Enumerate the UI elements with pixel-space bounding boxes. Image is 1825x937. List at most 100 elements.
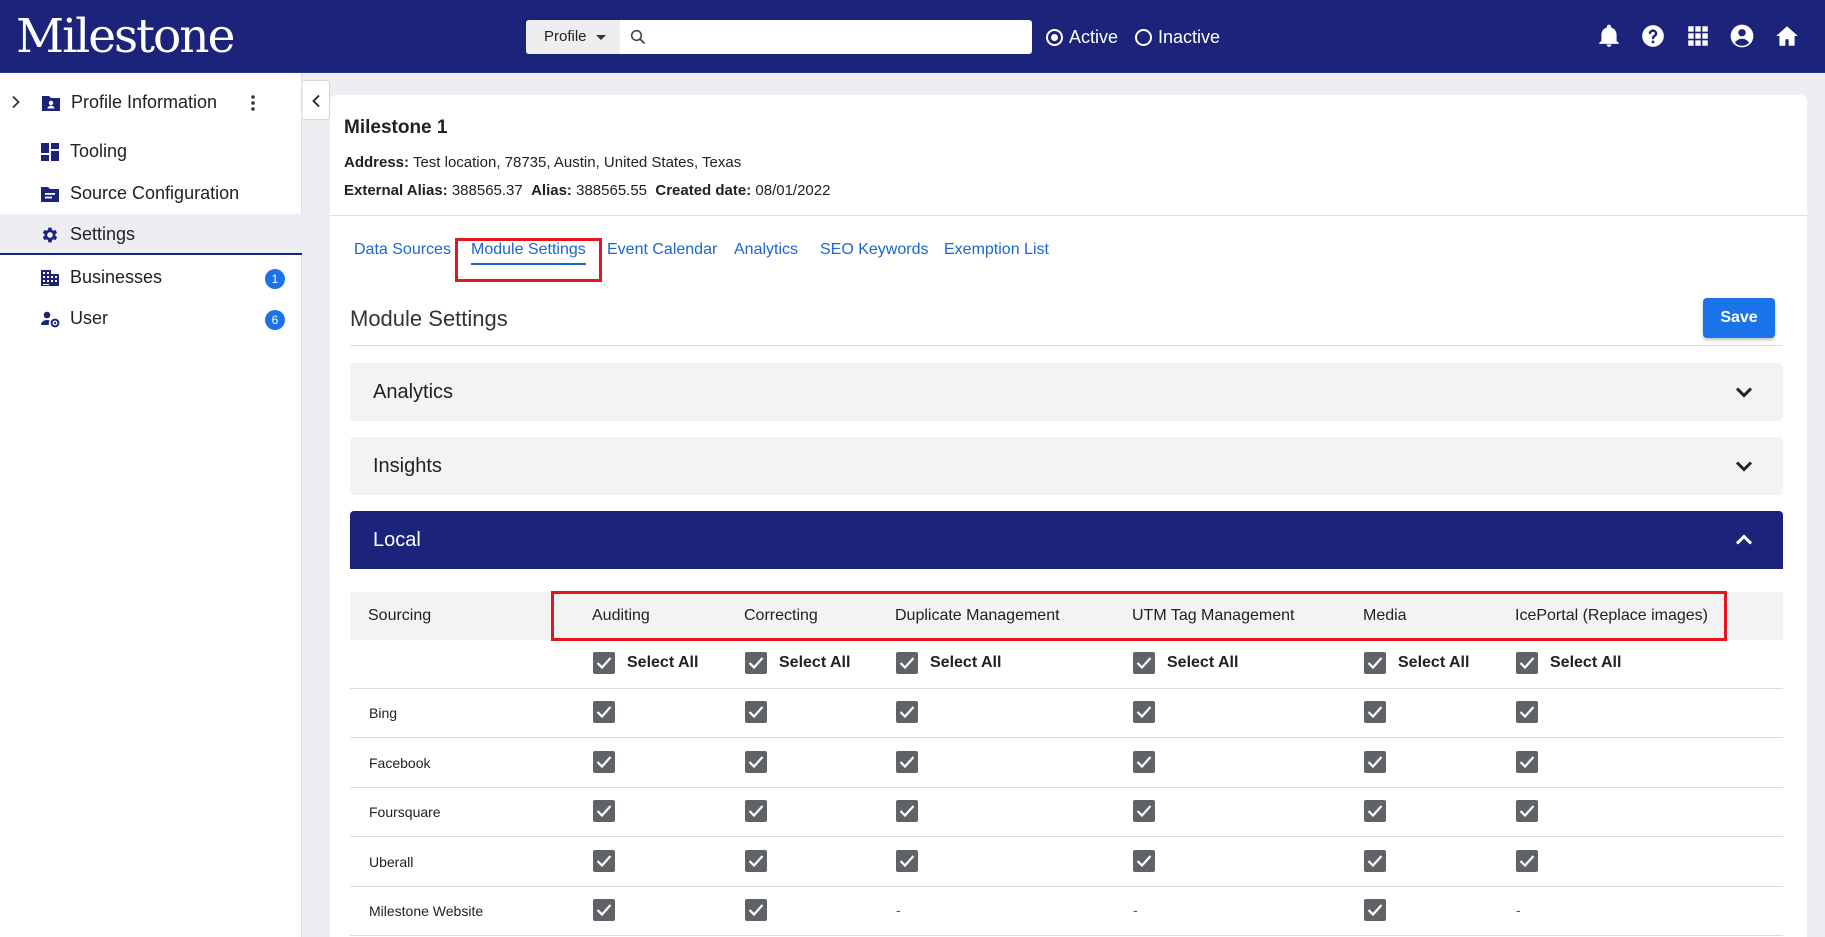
sidebar-collapse-button[interactable] xyxy=(303,80,330,120)
module-checkbox[interactable] xyxy=(745,800,767,822)
sidebar-item-businesses[interactable]: Businesses 1 xyxy=(0,257,302,298)
chevron-right-icon[interactable] xyxy=(10,95,22,109)
accordion-insights[interactable]: Insights xyxy=(350,437,1783,495)
tab-analytics[interactable]: Analytics xyxy=(734,241,798,259)
bell-icon[interactable] xyxy=(1596,23,1622,49)
radio-inactive[interactable]: Inactive xyxy=(1135,24,1220,50)
module-checkbox[interactable] xyxy=(1364,849,1386,872)
module-checkbox[interactable] xyxy=(1364,800,1386,822)
check-icon xyxy=(1136,854,1152,867)
module-checkbox[interactable] xyxy=(745,849,767,872)
module-checkbox[interactable] xyxy=(1364,701,1386,723)
check-icon xyxy=(1136,805,1152,818)
source-config-icon xyxy=(41,187,59,202)
check-icon xyxy=(748,657,764,670)
search-scope-label: Profile xyxy=(544,28,587,45)
select-all-label: Select All xyxy=(627,654,699,671)
module-checkbox[interactable] xyxy=(896,701,918,723)
module-checkbox[interactable] xyxy=(745,899,767,921)
check-icon xyxy=(1367,904,1383,917)
sidebar-item-user[interactable]: User 6 xyxy=(0,298,302,339)
sidebar-item-label: Profile Information xyxy=(71,92,218,112)
check-icon xyxy=(1367,706,1383,719)
module-checkbox[interactable] xyxy=(1133,701,1155,723)
radio-active[interactable]: Active xyxy=(1046,24,1118,50)
created-date-label: Created date: xyxy=(655,182,752,199)
source-name: Uberall xyxy=(369,853,414,870)
help-icon[interactable] xyxy=(1640,23,1666,49)
business-icon xyxy=(41,270,59,286)
not-applicable-dash: - xyxy=(896,902,901,918)
chevron-down-icon[interactable] xyxy=(1735,459,1753,473)
module-checkbox[interactable] xyxy=(1364,899,1386,921)
check-icon xyxy=(748,805,764,818)
module-checkbox[interactable] xyxy=(593,800,615,822)
not-applicable-dash: - xyxy=(1516,902,1521,918)
module-checkbox[interactable] xyxy=(745,750,767,773)
column-header-sourcing: Sourcing xyxy=(368,607,432,624)
check-icon xyxy=(1136,755,1152,768)
check-icon xyxy=(596,706,612,719)
select-all-checkbox[interactable] xyxy=(1364,652,1386,674)
module-checkbox[interactable] xyxy=(1133,800,1155,822)
module-checkbox[interactable] xyxy=(1516,750,1538,773)
table-row: Uberall xyxy=(350,838,1783,887)
accordion-local[interactable]: Local xyxy=(350,511,1783,569)
check-icon xyxy=(596,657,612,670)
module-checkbox[interactable] xyxy=(1516,701,1538,723)
sidebar-item-tooling[interactable]: Tooling xyxy=(0,131,302,172)
sidebar-item-label: Settings xyxy=(70,224,136,244)
radio-active-label: Active xyxy=(1069,27,1119,47)
milestone-logo[interactable]: Milestone xyxy=(16,8,235,66)
section-divider xyxy=(350,345,1782,346)
chevron-left-icon xyxy=(312,94,320,108)
module-checkbox[interactable] xyxy=(896,800,918,822)
module-checkbox[interactable] xyxy=(593,750,615,773)
search-input[interactable] xyxy=(654,24,1022,50)
accordion-label: Local xyxy=(373,529,421,551)
module-checkbox[interactable] xyxy=(1133,849,1155,872)
select-all-checkbox[interactable] xyxy=(1133,652,1155,674)
sidebar-item-settings[interactable]: Settings xyxy=(0,214,302,255)
source-name: Milestone Website xyxy=(369,903,484,919)
select-all-checkbox[interactable] xyxy=(1516,652,1538,674)
sidebar-item-profile-information[interactable]: Profile Information xyxy=(0,82,302,123)
sidebar-item-label: Businesses xyxy=(70,267,163,287)
tab-event-calendar[interactable]: Event Calendar xyxy=(607,241,717,259)
check-icon xyxy=(1367,854,1383,867)
chevron-down-icon[interactable] xyxy=(1735,385,1753,399)
module-checkbox[interactable] xyxy=(1133,750,1155,773)
save-button[interactable]: Save xyxy=(1703,298,1775,338)
module-checkbox[interactable] xyxy=(593,701,615,723)
select-all-checkbox[interactable] xyxy=(745,652,767,674)
tab-seo-keywords[interactable]: SEO Keywords xyxy=(820,241,928,259)
module-checkbox[interactable] xyxy=(896,849,918,872)
module-checkbox[interactable] xyxy=(1516,800,1538,822)
source-name: Foursquare xyxy=(369,804,441,820)
select-all-checkbox[interactable] xyxy=(593,652,615,674)
check-icon xyxy=(899,706,915,719)
more-vert-icon[interactable] xyxy=(250,94,256,112)
select-all-checkbox[interactable] xyxy=(896,652,918,674)
apps-grid-icon[interactable] xyxy=(1685,23,1711,49)
module-checkbox[interactable] xyxy=(593,899,615,921)
accordion-analytics[interactable]: Analytics xyxy=(350,363,1783,421)
dashboard-icon xyxy=(41,143,59,161)
chevron-up-icon[interactable] xyxy=(1735,533,1753,547)
check-icon xyxy=(1367,755,1383,768)
module-settings-tab-highlight xyxy=(455,238,602,282)
sidebar-item-source-configuration[interactable]: Source Configuration xyxy=(0,173,302,214)
module-checkbox[interactable] xyxy=(1364,750,1386,773)
tab-data-sources[interactable]: Data Sources xyxy=(354,241,451,259)
module-checkbox[interactable] xyxy=(896,750,918,773)
module-checkbox[interactable] xyxy=(1516,849,1538,872)
module-checkbox[interactable] xyxy=(593,849,615,872)
profile-header: Milestone 1 Address: Test location, 7873… xyxy=(330,95,1807,216)
search-scope-dropdown[interactable]: Profile xyxy=(526,20,620,54)
home-icon[interactable] xyxy=(1774,23,1800,49)
account-icon[interactable] xyxy=(1729,23,1755,49)
tab-exemption-list[interactable]: Exemption List xyxy=(944,241,1049,259)
module-checkbox[interactable] xyxy=(745,701,767,723)
table-row: Bing xyxy=(350,689,1783,738)
user-count-badge: 6 xyxy=(265,310,285,330)
